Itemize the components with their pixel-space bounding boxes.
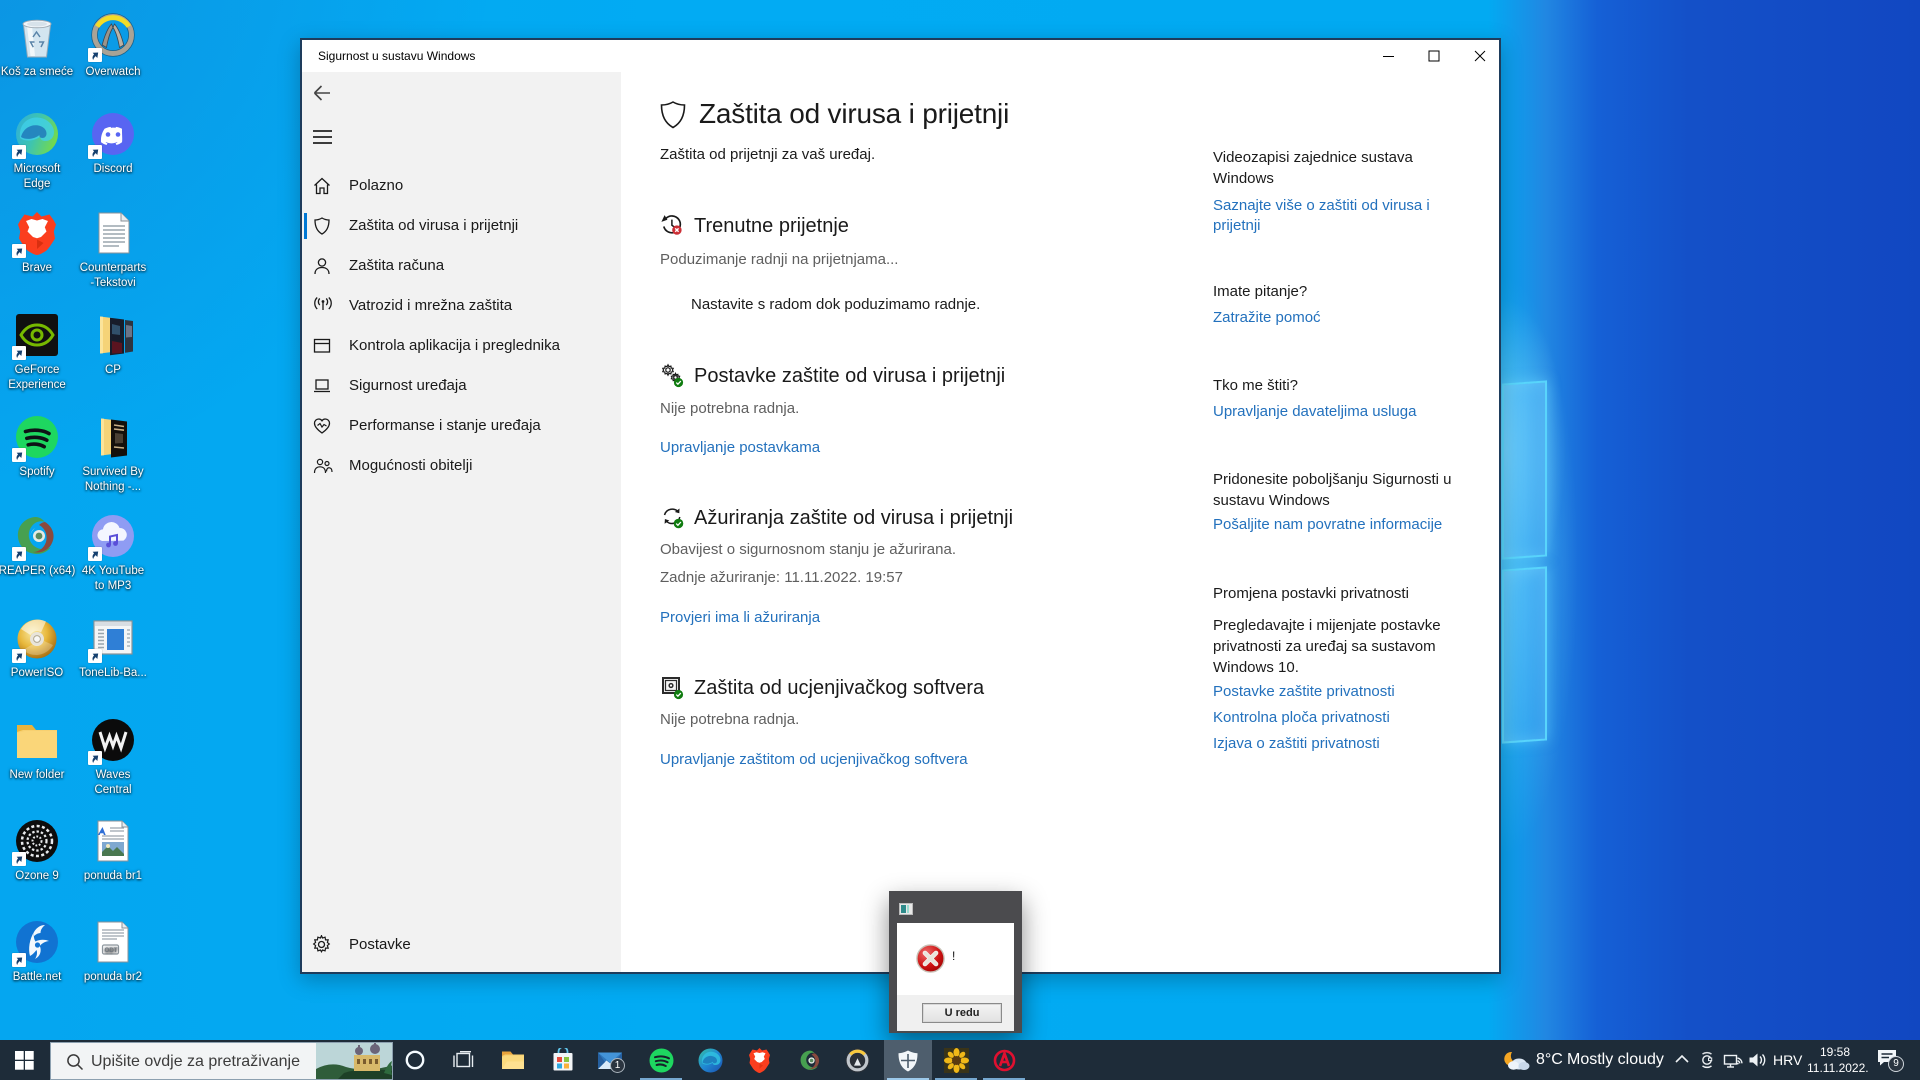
svg-text:ODT: ODT (105, 947, 118, 954)
